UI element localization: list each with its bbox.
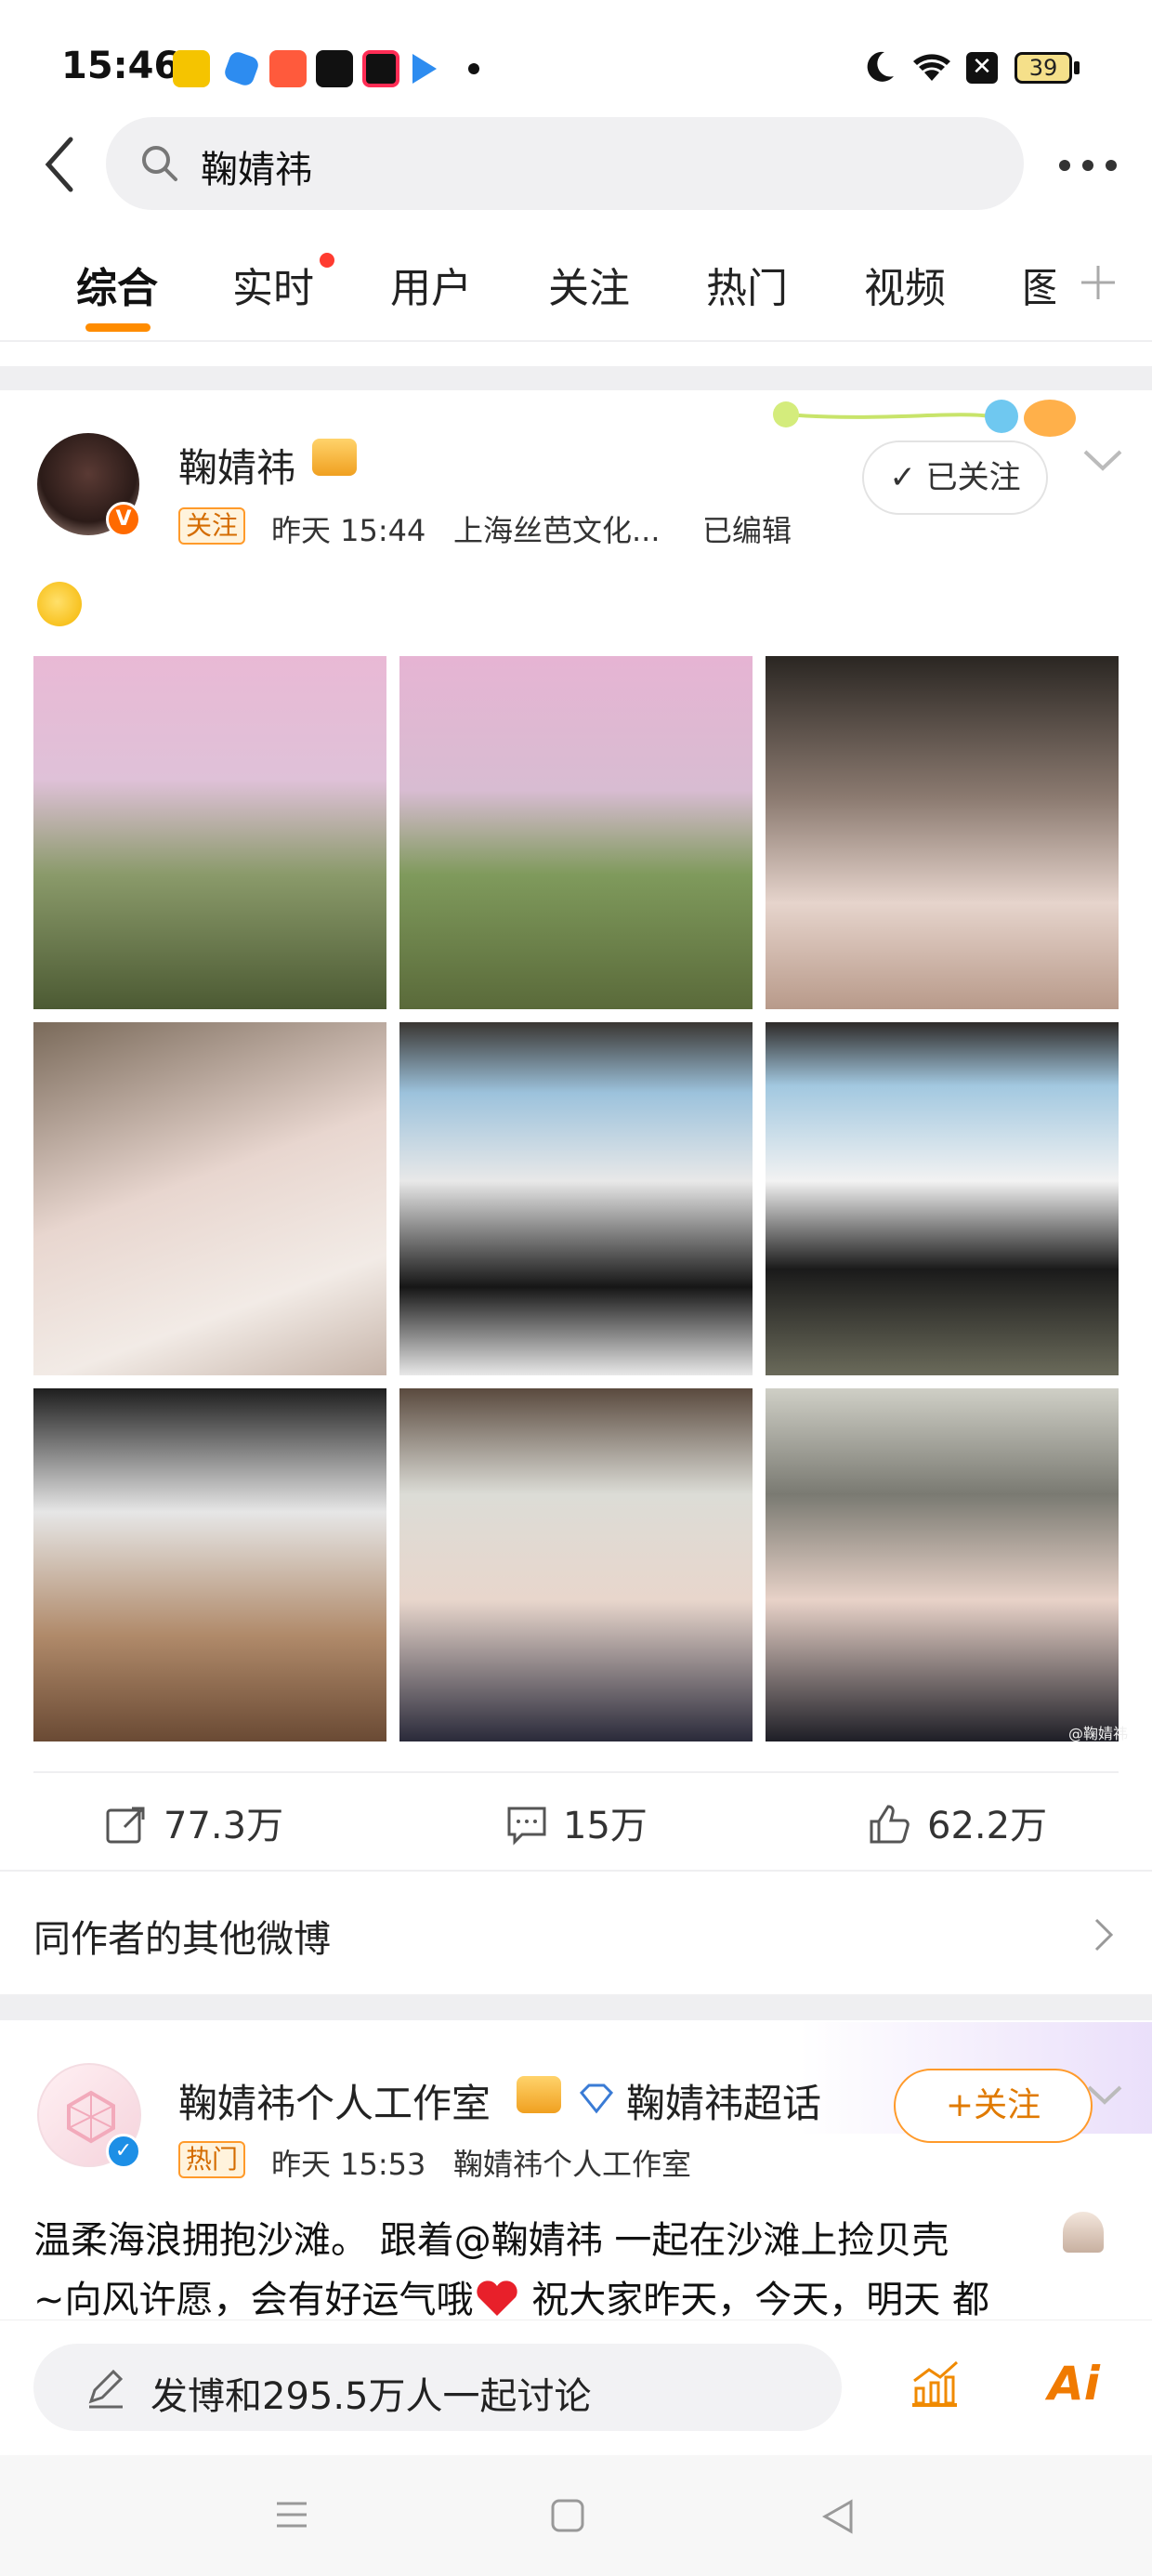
compose-placeholder[interactable]: 发博和295.5万人一起讨论 <box>151 2366 592 2420</box>
photo-watermark: @鞠婧祎 <box>1068 1725 1129 1742</box>
ai-button[interactable]: Ai <box>1048 2357 1100 2411</box>
diamond-icon <box>579 2083 614 2114</box>
verified-badge-icon: ✓ <box>106 2134 141 2169</box>
party-emoji-icon <box>37 582 82 626</box>
repost-icon[interactable] <box>104 1803 147 1846</box>
tab-active-indicator <box>85 323 151 332</box>
status-time: 15:46 <box>61 45 180 87</box>
search-query[interactable]: 鞠婧祎 <box>201 139 312 193</box>
battery-icon: 39 <box>1015 52 1072 84</box>
search-icon <box>142 146 177 181</box>
like-count[interactable]: 62.2万 <box>927 1795 1047 1849</box>
record-icon <box>362 50 399 87</box>
followed-button[interactable]: ✓ 已关注 <box>862 440 1048 515</box>
photo-6[interactable] <box>766 1022 1119 1375</box>
sleeping-cat-decoration <box>773 400 1076 437</box>
tab-following[interactable]: 关注 <box>548 255 630 314</box>
post-author-name[interactable]: 鞠婧祎个人工作室 <box>178 2072 491 2129</box>
home-icon[interactable] <box>550 2498 585 2533</box>
post-source: 鞠婧祎个人工作室 <box>453 2147 692 2182</box>
battery-cap <box>1074 61 1080 74</box>
photo-7[interactable] <box>33 1388 386 1741</box>
heart-emoji-icon <box>474 2279 520 2318</box>
crown-icon <box>517 2076 561 2113</box>
like-icon[interactable] <box>868 1803 910 1846</box>
capcut-icon <box>316 50 353 87</box>
moon-icon <box>867 51 894 82</box>
chevron-down-icon[interactable] <box>1080 440 1126 478</box>
post-body-line-1: 温柔海浪拥抱沙滩。 跟着@鞠婧祎 一起在沙滩上捡贝壳 <box>33 2219 949 2262</box>
section-gap-2 <box>0 1994 1152 2020</box>
edited-label: 已编辑 <box>702 513 792 548</box>
trend-chart-icon[interactable] <box>907 2357 962 2412</box>
shell-emoji-icon <box>1063 2212 1104 2253</box>
status-bar: 15:46 ✕ 39 <box>0 0 1152 112</box>
comment-count[interactable]: 15万 <box>563 1795 648 1849</box>
back-arrow-icon[interactable] <box>37 132 84 197</box>
comment-icon[interactable] <box>505 1803 548 1846</box>
feather-icon <box>222 49 261 88</box>
verified-badge-icon: V <box>106 502 141 537</box>
studio-logo-icon <box>67 2090 115 2144</box>
photo-2[interactable] <box>399 656 753 1009</box>
tab-divider <box>0 340 1152 342</box>
post-time: 昨天 15:53 <box>271 2147 426 2182</box>
post-body-line-2-end: 祝大家昨天，今天，明天 都 <box>519 2279 989 2321</box>
post-divider <box>33 1771 1119 1773</box>
photo-3[interactable] <box>766 656 1119 1009</box>
wifi-icon <box>913 54 950 81</box>
section-gap <box>0 366 1152 390</box>
follow-button[interactable]: +关注 <box>894 2069 1093 2143</box>
photo-8[interactable] <box>399 1388 753 1741</box>
pencil-icon <box>88 2369 124 2409</box>
post-body-line-2: ~向风许愿，会有好运气哦 祝大家昨天，今天，明天 都 <box>33 2269 989 2323</box>
supertopic-link[interactable]: 鞠婧祎超话 <box>626 2072 821 2129</box>
photo-5[interactable] <box>399 1022 753 1375</box>
crown-icon <box>312 439 357 476</box>
tab-hot[interactable]: 热门 <box>706 255 788 314</box>
tab-images[interactable]: 图 <box>1022 255 1055 314</box>
followed-label: 已关注 <box>925 459 1021 496</box>
post-source: 上海丝芭文化... <box>453 513 661 548</box>
battery-level: 39 <box>1028 55 1058 81</box>
add-tab-icon[interactable] <box>1078 262 1119 303</box>
follow-label: 关注 <box>974 2086 1041 2124</box>
photo-4[interactable] <box>33 1022 386 1375</box>
chevron-down-icon[interactable] <box>1083 2078 1126 2111</box>
close-box-icon: ✕ <box>966 52 998 84</box>
tab-realtime[interactable]: 实时 <box>232 255 314 314</box>
repost-count[interactable]: 77.3万 <box>164 1795 283 1849</box>
actions-divider <box>0 1870 1152 1872</box>
more-options-icon[interactable] <box>1055 147 1120 184</box>
hot-tag: 热门 <box>178 2141 246 2178</box>
follow-tag: 关注 <box>178 507 246 545</box>
tab-users[interactable]: 用户 <box>390 255 472 314</box>
play-icon <box>412 54 437 84</box>
other-posts-link[interactable]: 同作者的其他微博 <box>33 1909 331 1963</box>
menu-icon[interactable] <box>273 2496 310 2533</box>
post-time: 昨天 15:44 <box>271 513 426 548</box>
more-dot-icon <box>468 63 479 74</box>
chevron-right-icon[interactable] <box>1093 1916 1115 1953</box>
tab-realtime-badge <box>320 253 334 268</box>
back-nav-icon[interactable] <box>819 2498 857 2535</box>
photo-1[interactable] <box>33 656 386 1009</box>
tab-video[interactable]: 视频 <box>864 255 946 314</box>
photo-9[interactable] <box>766 1388 1119 1741</box>
weibo-icon <box>173 50 210 87</box>
tab-comprehensive[interactable]: 综合 <box>76 255 158 314</box>
plus-icon: + <box>945 2086 975 2124</box>
app-grid-icon <box>269 50 307 87</box>
post-body-line-2-start: ~向风许愿，会有好运气哦 <box>33 2279 474 2321</box>
post-author-name[interactable]: 鞠婧祎 <box>178 437 295 493</box>
